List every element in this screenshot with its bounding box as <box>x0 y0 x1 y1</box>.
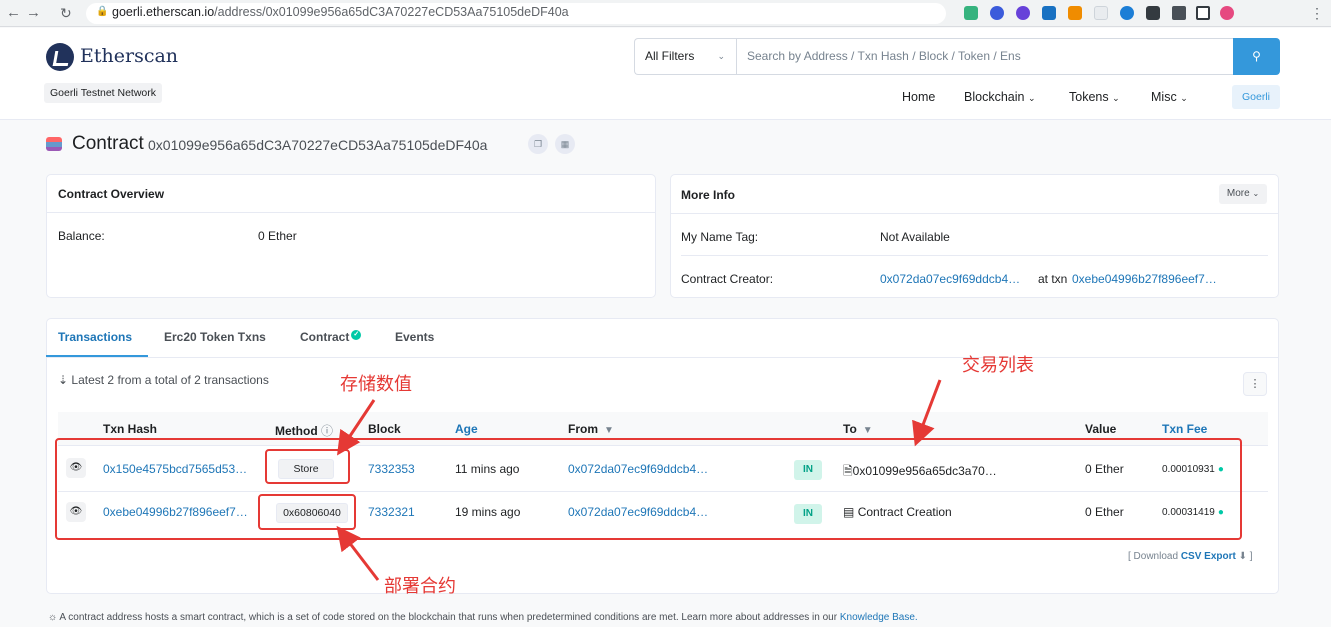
arrow-store <box>337 399 376 456</box>
footer-note: ☼ A contract address hosts a smart contr… <box>48 612 918 623</box>
annotation-arrows <box>336 379 942 581</box>
knowledge-base-link[interactable]: Knowledge Base. <box>840 612 918 623</box>
lightbulb-icon: ☼ <box>48 612 58 623</box>
arrow-tx-list <box>912 379 942 447</box>
arrow-deploy <box>336 525 380 581</box>
